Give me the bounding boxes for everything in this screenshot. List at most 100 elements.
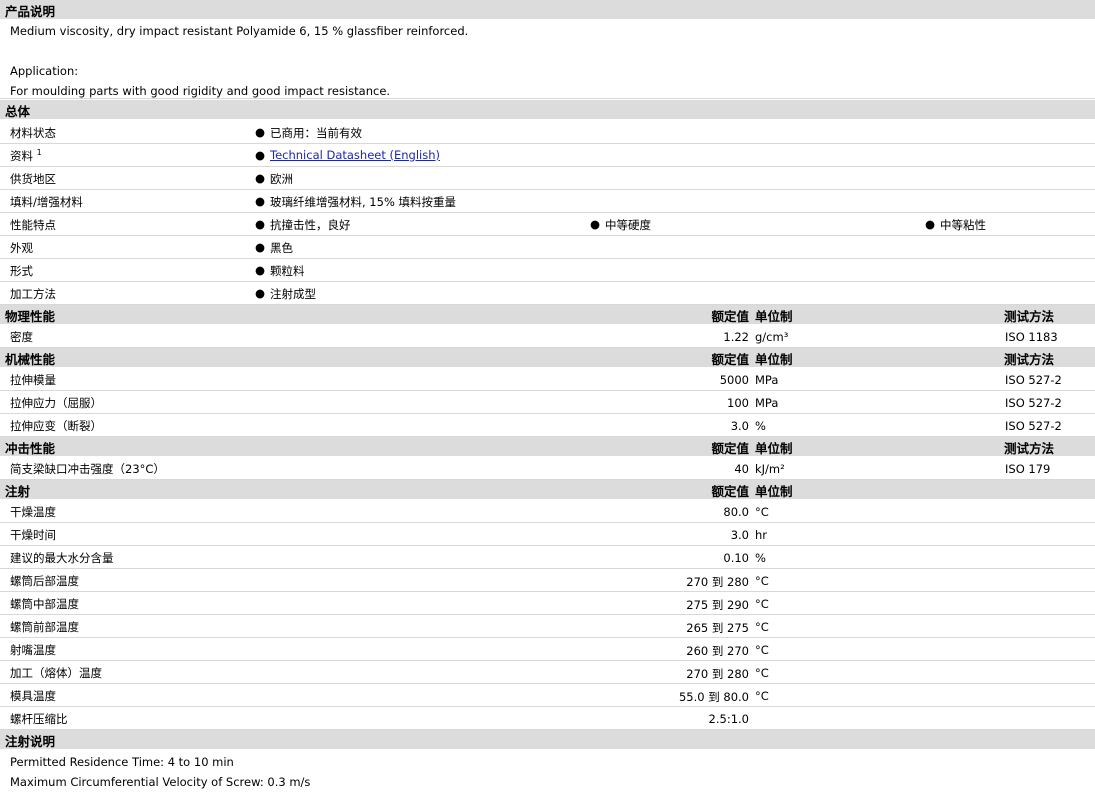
col-nominal: 额定值 <box>711 309 749 324</box>
nominal-value: 270 到 280 <box>686 575 749 589</box>
injection-row: 螺筒前部温度 265 到 275 °C <box>0 615 1095 638</box>
nominal-value: 55.0 到 80.0 <box>678 690 749 704</box>
physical-row-density: 密度 1.22 g/cm³ ISO 1183 <box>0 325 1095 348</box>
application-label: Application: <box>10 64 79 78</box>
row-label: 简支梁缺口冲击强度（23°C） <box>10 462 165 476</box>
row-label: 螺筒中部温度 <box>10 597 79 611</box>
overview-row-processing: 加工方法 ● 注射成型 <box>0 282 1095 305</box>
col-test: 测试方法 <box>1004 441 1055 456</box>
section-title: 注射 <box>5 484 31 499</box>
row-label: 拉伸应变（断裂） <box>10 419 102 433</box>
unit-value: °C <box>755 689 769 703</box>
row-label: 填料/增强材料 <box>10 195 83 209</box>
injection-row: 螺筒中部温度 275 到 290 °C <box>0 592 1095 615</box>
nominal-value: 3.0 <box>730 528 749 542</box>
unit-value: °C <box>755 505 769 519</box>
mechanical-header: 机械性能 额定值 单位制 测试方法 <box>0 348 1095 367</box>
col-unit: 单位制 <box>755 352 793 367</box>
nominal-value: 80.0 <box>723 505 749 519</box>
section-title: 注射说明 <box>5 734 56 749</box>
row-label: 建议的最大水分含量 <box>10 551 114 565</box>
impact-header: 冲击性能 额定值 单位制 测试方法 <box>0 437 1095 456</box>
row-label: 拉伸应力（屈服） <box>10 396 102 410</box>
unit-value: % <box>755 551 766 565</box>
nominal-value: 260 到 270 <box>686 644 749 658</box>
section-title: 机械性能 <box>5 352 56 367</box>
mechanical-row: 拉伸模量 5000 MPa ISO 527-2 <box>0 368 1095 391</box>
injection-row: 模具温度 55.0 到 80.0 °C <box>0 684 1095 707</box>
test-method: ISO 527-2 <box>1005 373 1062 387</box>
technical-datasheet-link[interactable]: Technical Datasheet (English) <box>270 148 440 162</box>
mechanical-row: 拉伸应力（屈服） 100 MPa ISO 527-2 <box>0 391 1095 414</box>
test-method: ISO 527-2 <box>1005 396 1062 410</box>
injection-header: 注射 额定值 单位制 <box>0 480 1095 499</box>
overview-row-availability: 供货地区 ● 欧洲 <box>0 167 1095 190</box>
row-label: 螺筒前部温度 <box>10 620 79 634</box>
row-label: 拉伸模量 <box>10 373 56 387</box>
overview-row-filler: 填料/增强材料 ● 玻璃纤维增强材料, 15% 填料按重量 <box>0 190 1095 213</box>
row-label: 形式 <box>10 264 33 278</box>
row-label: 干燥时间 <box>10 528 56 542</box>
overview-row-form: 形式 ● 颗粒料 <box>0 259 1095 282</box>
unit-value: °C <box>755 574 769 588</box>
col-nominal: 额定值 <box>711 352 749 367</box>
unit-value: °C <box>755 666 769 680</box>
nominal-value: 0.10 <box>723 551 749 565</box>
injection-row: 螺杆压缩比 2.5:1.0 <box>0 707 1095 730</box>
nominal-value: 270 到 280 <box>686 667 749 681</box>
col-nominal: 额定值 <box>711 441 749 456</box>
injection-row: 射嘴温度 260 到 270 °C <box>0 638 1095 661</box>
row-label: 供货地区 <box>10 172 56 186</box>
row-label: 外观 <box>10 241 33 255</box>
unit-value: MPa <box>755 373 779 387</box>
col-unit: 单位制 <box>755 309 793 324</box>
impact-row: 简支梁缺口冲击强度（23°C） 40 kJ/m² ISO 179 <box>0 457 1095 480</box>
nominal-value: 5000 <box>719 373 749 387</box>
row-label: 模具温度 <box>10 689 56 703</box>
section-title: 总体 <box>5 104 31 119</box>
injection-notes-header: 注射说明 <box>0 730 1095 749</box>
injection-row: 加工（熔体）温度 270 到 280 °C <box>0 661 1095 684</box>
injection-row: 干燥时间 3.0 hr <box>0 523 1095 546</box>
section-title: 冲击性能 <box>5 441 56 456</box>
unit-value: g/cm³ <box>755 330 789 344</box>
test-method: ISO 527-2 <box>1005 419 1062 433</box>
col-test: 测试方法 <box>1004 352 1055 367</box>
test-method: ISO 179 <box>1005 462 1051 476</box>
row-label: 螺筒后部温度 <box>10 574 79 588</box>
physical-header: 物理性能 额定值 单位制 测试方法 <box>0 305 1095 324</box>
nominal-value: 265 到 275 <box>686 621 749 635</box>
col-nominal: 额定值 <box>711 484 749 499</box>
overview-row-documents: 资料 1 ● Technical Datasheet (English) <box>0 144 1095 167</box>
row-label: 螺杆压缩比 <box>10 712 68 726</box>
overview-row-material-status: 材料状态 ● 已商用：当前有效 <box>0 121 1095 144</box>
nominal-value: 1.22 <box>723 330 749 344</box>
injection-notes-body: Permitted Residence Time: 4 to 10 min Ma… <box>0 749 1095 793</box>
nominal-value: 3.0 <box>730 419 749 433</box>
note-line: Maximum Circumferential Velocity of Scre… <box>10 775 311 789</box>
col-unit: 单位制 <box>755 484 793 499</box>
unit-value: % <box>755 419 766 433</box>
injection-row: 干燥温度 80.0 °C <box>0 500 1095 523</box>
unit-value: °C <box>755 620 769 634</box>
footnote-marker: 1 <box>36 148 42 158</box>
nominal-value: 2.5:1.0 <box>708 712 749 726</box>
nominal-value: 100 <box>727 396 749 410</box>
mechanical-row: 拉伸应变（断裂） 3.0 % ISO 527-2 <box>0 414 1095 437</box>
row-label: 密度 <box>10 330 33 344</box>
unit-value: hr <box>755 528 768 542</box>
description-line: Medium viscosity, dry impact resistant P… <box>10 24 469 38</box>
row-label: 资料 1 <box>10 148 42 163</box>
unit-value: °C <box>755 597 769 611</box>
application-text: For moulding parts with good rigidity an… <box>10 84 391 98</box>
col-test: 测试方法 <box>1004 309 1055 324</box>
product-description-header: 产品说明 <box>0 0 1095 19</box>
row-label: 射嘴温度 <box>10 643 56 657</box>
test-method: ISO 1183 <box>1005 330 1058 344</box>
section-title: 产品说明 <box>5 4 56 19</box>
nominal-value: 275 到 290 <box>686 598 749 612</box>
section-title: 物理性能 <box>5 309 56 324</box>
nominal-value: 40 <box>734 462 749 476</box>
row-label: 干燥温度 <box>10 505 56 519</box>
row-label: 性能特点 <box>10 218 56 232</box>
